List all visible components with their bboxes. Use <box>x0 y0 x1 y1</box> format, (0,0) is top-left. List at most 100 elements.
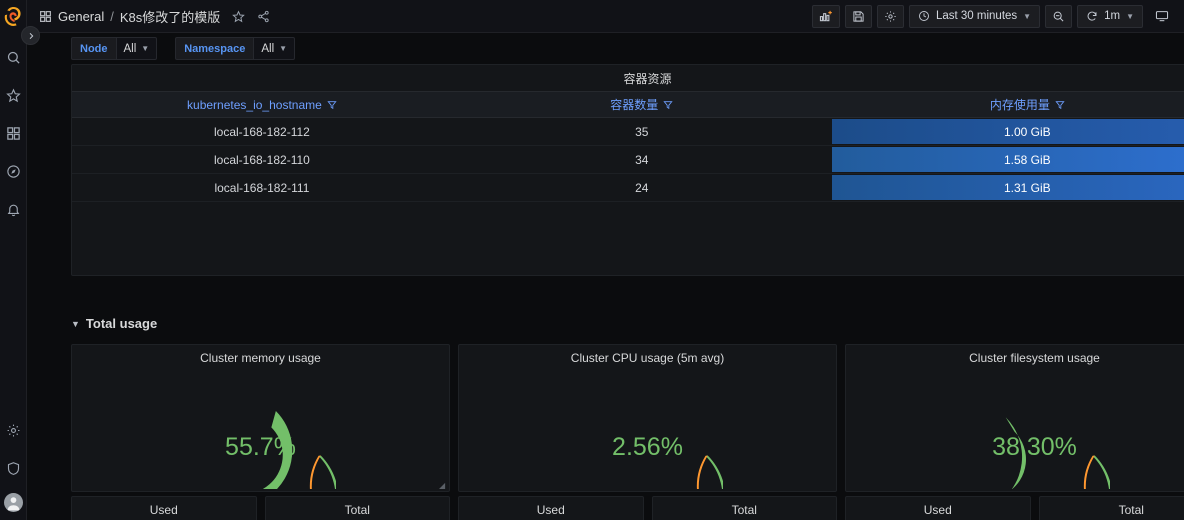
dashboard-settings-button[interactable] <box>876 4 904 28</box>
chevron-down-icon: ▼ <box>141 44 150 53</box>
chevron-down-icon: ▼ <box>279 44 288 53</box>
stat-cpu-total: Total 12.00 <box>651 496 837 520</box>
refresh-icon <box>1086 10 1098 22</box>
stat-cpu-used: Used 0.31 <box>458 496 644 520</box>
variable-node: Node All ▼ <box>71 37 158 60</box>
variable-namespace: Namespace All ▼ <box>175 37 296 60</box>
stat-label: Used <box>149 503 178 517</box>
dashboard-canvas: 容器资源 kubernetes_io_hostname 容器数量 内存使用量 l… <box>27 64 1184 520</box>
stat-label: Used <box>923 503 952 517</box>
filter-icon[interactable] <box>663 100 673 110</box>
gear-icon[interactable] <box>0 417 26 443</box>
gauge-value-text: 55.7% <box>225 433 296 461</box>
page-title[interactable]: K8s修改了的模版 <box>120 7 220 26</box>
toolbar: Last 30 minutes ▼ 1m ▼ <box>811 4 1176 28</box>
panel-title: 容器资源 <box>623 71 672 86</box>
stat-label: Used <box>536 503 565 517</box>
stat-filesystem-total: Total 2.25 TiB @51CTO博客 <box>1038 496 1184 520</box>
column-header-container-count[interactable]: 容器数量 <box>451 91 832 118</box>
variable-node-value: All <box>123 42 137 55</box>
table-row[interactable]: local-168-182-111 24 1.31 GiB <box>72 173 1184 202</box>
refresh-interval-label: 1m <box>1104 10 1121 22</box>
table-row[interactable]: local-168-182-110 34 1.58 GiB <box>72 145 1184 174</box>
cell-container-count: 35 <box>451 117 832 146</box>
column-header-hostname[interactable]: kubernetes_io_hostname <box>72 91 452 118</box>
breadcrumb: General / K8s修改了的模版 <box>39 7 270 26</box>
cell-container-count: 24 <box>451 173 832 202</box>
variable-namespace-select[interactable]: All ▼ <box>253 37 296 60</box>
column-header-memory-usage[interactable]: 内存使用量 <box>831 91 1184 118</box>
refresh-picker[interactable]: 1m ▼ <box>1077 4 1143 28</box>
column-header-hostname-label: kubernetes_io_hostname <box>187 97 322 112</box>
gauge-value-text: 2.56% <box>612 433 683 461</box>
variable-namespace-label: Namespace <box>175 37 254 60</box>
search-icon[interactable] <box>0 44 26 70</box>
cell-hostname: local-168-182-111 <box>72 173 452 202</box>
time-range-picker[interactable]: Last 30 minutes ▼ <box>908 4 1041 28</box>
stat-filesystem-used: Used 881.72 GiB <box>845 496 1031 520</box>
column-header-container-count-label: 容器数量 <box>610 98 659 112</box>
chevron-down-icon: ▼ <box>1126 11 1134 21</box>
sidebar-top-nav <box>0 44 26 222</box>
user-avatar-icon[interactable] <box>3 493 23 512</box>
panel-resize-handle[interactable]: ◢ <box>439 482 446 490</box>
row-section-title: Total usage <box>85 316 158 331</box>
table-body: local-168-182-112 35 1.00 GiB local-168-… <box>72 117 1184 202</box>
table-row[interactable]: local-168-182-112 35 1.00 GiB <box>72 117 1184 146</box>
sidebar-expand-toggle[interactable] <box>21 26 40 45</box>
variable-node-select[interactable]: All ▼ <box>115 37 158 60</box>
top-navbar: General / K8s修改了的模版 Last 30 minutes ▼ 1m… <box>27 0 1184 33</box>
panel-title: Cluster memory usage <box>200 351 321 365</box>
dashboard-grid-icon <box>39 10 52 23</box>
star-outline-icon[interactable] <box>232 9 246 23</box>
share-icon[interactable] <box>257 10 270 23</box>
panel-container-resources: 容器资源 kubernetes_io_hostname 容器数量 内存使用量 l… <box>71 64 1184 276</box>
panel-cluster-filesystem-usage: Cluster filesystem usage 38.30% <box>845 344 1184 492</box>
panel-title: Cluster CPU usage (5m avg) <box>570 351 725 365</box>
main-area: General / K8s修改了的模版 Last 30 minutes ▼ 1m… <box>27 0 1184 520</box>
gauge-memory <box>72 369 449 489</box>
gauges-row: Cluster memory usage ◢ 55.7% Cluster CPU… <box>71 344 1184 492</box>
star-icon[interactable] <box>0 82 26 108</box>
cell-hostname: local-168-182-112 <box>72 117 452 146</box>
breadcrumb-folder[interactable]: General <box>58 9 104 24</box>
time-range-label: Last 30 minutes <box>935 10 1018 22</box>
cell-memory-usage: 1.58 GiB <box>831 145 1184 174</box>
filter-icon[interactable] <box>327 100 337 110</box>
shield-icon[interactable] <box>0 455 26 481</box>
variable-node-label: Node <box>71 37 116 60</box>
gauge-value-text: 38.30% <box>992 433 1077 461</box>
breadcrumb-separator: / <box>110 8 114 24</box>
grafana-logo-icon[interactable] <box>1 4 25 28</box>
alerting-bell-icon[interactable] <box>0 196 26 222</box>
memory-bar-1: 1.58 GiB <box>831 147 1184 172</box>
stat-label: Total <box>1118 503 1144 517</box>
sidebar <box>0 0 40 520</box>
zoom-out-time-button[interactable] <box>1045 4 1073 28</box>
stats-row: Used 6.16 GiB Total 11.05 GiB Used 0.31 <box>71 496 1184 520</box>
tv-mode-button[interactable] <box>1148 5 1176 28</box>
dashboards-grid-icon[interactable] <box>0 120 26 146</box>
variable-namespace-value: All <box>261 42 275 55</box>
cell-container-count: 34 <box>451 145 832 174</box>
filter-icon[interactable] <box>1055 100 1065 110</box>
table-header-row: kubernetes_io_hostname 容器数量 内存使用量 <box>72 91 1184 118</box>
explore-compass-icon[interactable] <box>0 158 26 184</box>
save-button[interactable] <box>844 4 872 28</box>
stat-memory-total: Total 11.05 GiB <box>264 496 450 520</box>
gauge-cpu <box>459 369 836 489</box>
gauge-filesystem <box>846 369 1184 489</box>
chevron-down-icon: ▼ <box>1023 11 1032 21</box>
column-header-memory-usage-label: 内存使用量 <box>989 98 1050 112</box>
row-section-total-usage[interactable]: ▼ Total usage <box>71 316 157 331</box>
sidebar-bottom-nav <box>0 417 26 512</box>
stat-label: Total <box>731 503 757 517</box>
memory-bar-2: 1.31 GiB <box>831 175 1184 200</box>
cell-memory-usage: 1.31 GiB <box>831 173 1184 202</box>
chevron-down-icon: ▼ <box>71 318 80 329</box>
add-panel-button[interactable] <box>811 4 840 28</box>
cell-memory-usage: 1.00 GiB <box>831 117 1184 146</box>
panel-title: Cluster filesystem usage <box>969 351 1100 365</box>
panel-cluster-memory-usage: Cluster memory usage ◢ 55.7% <box>71 344 450 492</box>
stat-label: Total <box>344 503 370 517</box>
